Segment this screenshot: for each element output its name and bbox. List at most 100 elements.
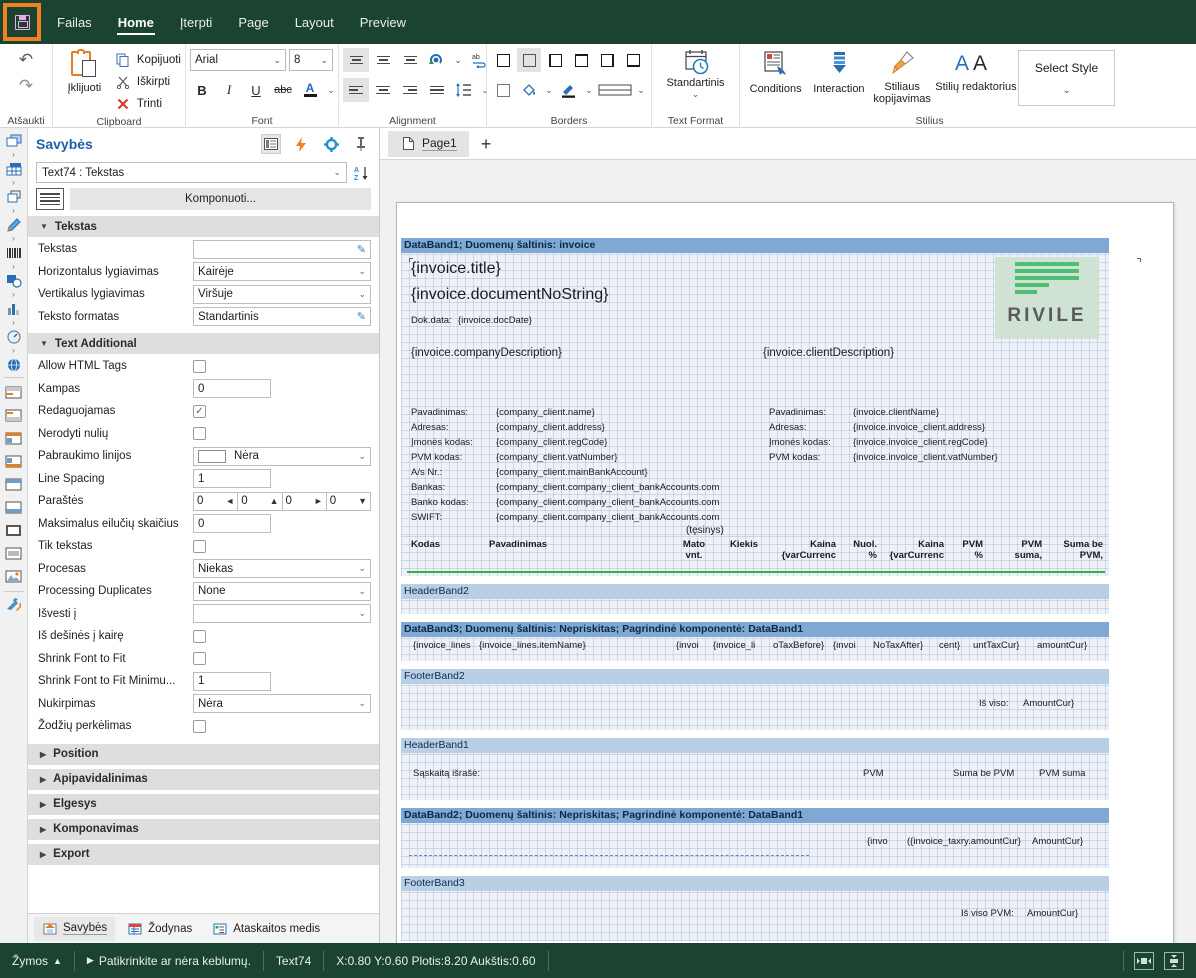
line-spacing-icon[interactable] [451,78,477,102]
app-save-button[interactable] [0,0,44,44]
band-databand3[interactable]: DataBand3; Duomenų šaltinis: Nepriskitas… [401,622,1109,661]
property-row-line-spacing[interactable]: Line Spacing 1 [28,468,379,491]
report-text-company-description[interactable]: {invoice.companyDescription} [411,347,562,360]
property-row-rtl[interactable]: Iš dešinės į kairę [28,625,379,648]
line-spacing-input[interactable]: 1 [193,469,271,488]
redaguojamas-checkbox[interactable]: ✓ [193,405,206,418]
report-text-tax-amountcur[interactable]: AmountCur} [1032,837,1083,848]
report-label-client-adresas[interactable]: Adresas: [769,423,807,434]
procesas-select[interactable]: Niekas⌄ [193,559,371,578]
panel-component-icon[interactable] [2,187,26,206]
border-all-button[interactable] [491,48,515,72]
font-size-select[interactable]: 8⌄ [289,49,333,71]
fit-width-icon[interactable] [1134,952,1154,970]
margin-top-input[interactable]: 0▲ [237,492,281,511]
report-text-company-name[interactable]: {company_client.name} [496,408,595,419]
edit-pencil-icon[interactable]: ✎ [357,243,366,256]
ribbon-tab-failas[interactable]: Failas [44,0,105,44]
layout-button[interactable]: Komponuoti... [70,188,371,210]
report-text-invoice-docno[interactable]: {invoice.documentNoString} [411,286,608,304]
margin-left-input[interactable]: 0◄ [193,492,237,511]
border-style-icon[interactable] [597,78,633,102]
style-editor-button[interactable]: AA Stilių redaktorius [934,47,1018,93]
column-header-kaina-2[interactable]: Kaina {varCurrenc [879,540,944,562]
border-none-button[interactable] [517,48,541,72]
align-right-button[interactable] [397,78,423,102]
tekstas-edit-field[interactable]: ✎ [193,240,371,259]
property-row-parastes[interactable]: Paraštės 0◄ 0▲ 0► 0▼ [28,490,379,513]
text-format-button[interactable]: Standartinis ⌄ [656,47,735,100]
report-text-tax-amount[interactable]: ({invoice_taxry.amountCur} [907,837,1021,848]
chart-expand-chevron-icon[interactable]: › [2,318,26,327]
table-header-row[interactable]: Kodas Pavadinimas Mato vnt. Kiekis Kaina… [401,536,1109,576]
report-text-line-amount[interactable]: amountCur} [1037,641,1087,652]
delete-button[interactable]: Trinti [112,93,181,115]
shape-pen-icon[interactable] [2,215,26,234]
add-page-button[interactable]: + [473,135,500,153]
shrink-font-checkbox[interactable] [193,652,206,665]
image-band-icon[interactable] [2,565,26,588]
property-row-nukirpimas[interactable]: Nukirpimas Nėra⌄ [28,693,379,716]
text-format-edit-field[interactable]: Standartinis✎ [193,307,371,326]
property-row-isvesti-i[interactable]: Išvesti į ⌄ [28,603,379,626]
font-color-button[interactable]: A [298,78,322,102]
column-header-mato-vnt[interactable]: Mato vnt. [673,540,715,562]
property-row-pabraukimo-linijos[interactable]: Pabraukimo linijos Nėra⌄ [28,445,379,468]
shrink-font-min-input[interactable]: 1 [193,672,271,691]
border-clear-button[interactable] [491,78,515,102]
barcode-expand-chevron-icon[interactable]: › [2,262,26,271]
align-left-button[interactable] [343,78,369,102]
report-label-dok-data[interactable]: Dok.data: [411,316,452,327]
status-check-button[interactable]: ▶ Patikrinkite ar nėra keblumų. [75,950,263,972]
font-color-dropdown-icon[interactable]: ⌄ [325,78,337,102]
band-footerband3[interactable]: FooterBand3 Iš viso PVM: AmountCur} [401,876,1109,941]
align-center-button[interactable] [370,78,396,102]
band-headerband2[interactable]: HeaderBand2 [401,584,1109,614]
property-row-redaguojamas[interactable]: Redaguojamas ✓ [28,400,379,423]
report-text-company-bankcode[interactable]: {company_client.company_client_bankAccou… [496,498,719,509]
shape-expand-chevron-icon[interactable]: › [2,234,26,243]
ribbon-tab-page[interactable]: Page [225,0,281,44]
status-marks-button[interactable]: Žymos ▲ [0,950,74,972]
report-label-suma-be-pvm[interactable]: Suma be PVM [953,769,1014,780]
report-text-company-bank[interactable]: {company_client.company_client_bankAccou… [496,483,719,494]
data-band-icon[interactable] [2,519,26,542]
property-row-tik-tekstas[interactable]: Tik tekstas [28,535,379,558]
chart-icon[interactable] [2,299,26,318]
report-title-band-icon[interactable] [2,381,26,404]
report-text-line-unit[interactable]: {invoi [676,641,699,652]
report-text-client-description[interactable]: {invoice.clientDescription} [763,347,894,360]
border-left-button[interactable] [543,48,567,72]
border-color-icon[interactable] [557,78,581,102]
bottom-tab-zodynas[interactable]: Žodynas [119,917,200,941]
font-family-select[interactable]: Arial⌄ [190,49,286,71]
nukirpimas-select[interactable]: Nėra⌄ [193,694,371,713]
report-text-line-vatamount[interactable]: untTaxCur} [973,641,1019,652]
rivile-logo[interactable]: RIVILE [995,257,1099,339]
settings-gear-icon[interactable] [321,134,341,154]
component-select[interactable]: Text74 : Tekstas⌄ [36,162,347,183]
property-row-tekstas[interactable]: Tekstas ✎ [28,238,379,261]
border-right-button[interactable] [595,48,619,72]
report-canvas[interactable]: DataBand1; Duomenų šaltinis: invoice {in… [380,160,1196,943]
barcode-icon[interactable] [2,243,26,262]
events-lightning-icon[interactable] [291,134,311,154]
paint-bucket-dropdown-icon[interactable]: ⌄ [543,78,555,102]
allow-html-checkbox[interactable] [193,360,206,373]
section-header-export[interactable]: ▶ Export [28,844,379,865]
property-row-shrink-font-min[interactable]: Shrink Font to Fit Minimu... 1 [28,670,379,693]
property-row-allow-html[interactable]: Allow HTML Tags [28,355,379,378]
report-text-is-viso-pvm-amount[interactable]: AmountCur} [1027,909,1078,920]
line-color-swatch[interactable] [198,450,226,463]
report-text-company-regcode[interactable]: {company_client.regCode} [496,438,607,449]
paste-button[interactable]: Įklijuoti [57,47,112,94]
processing-duplicates-select[interactable]: None⌄ [193,582,371,601]
property-row-nerodyti-nuliu[interactable]: Nerodyti nulių [28,423,379,446]
report-label-company-imones-kodas[interactable]: Įmonės kodas: [411,438,473,449]
report-label-company-as-nr[interactable]: A/s Nr.: [411,468,442,479]
italic-button[interactable]: I [217,78,241,102]
page-tab-page1[interactable]: Page1 [388,131,469,157]
isvesti-i-select[interactable]: ⌄ [193,604,371,623]
report-label-company-swift[interactable]: SWIFT: [411,513,442,524]
copy-button[interactable]: Kopijuoti [112,49,181,71]
